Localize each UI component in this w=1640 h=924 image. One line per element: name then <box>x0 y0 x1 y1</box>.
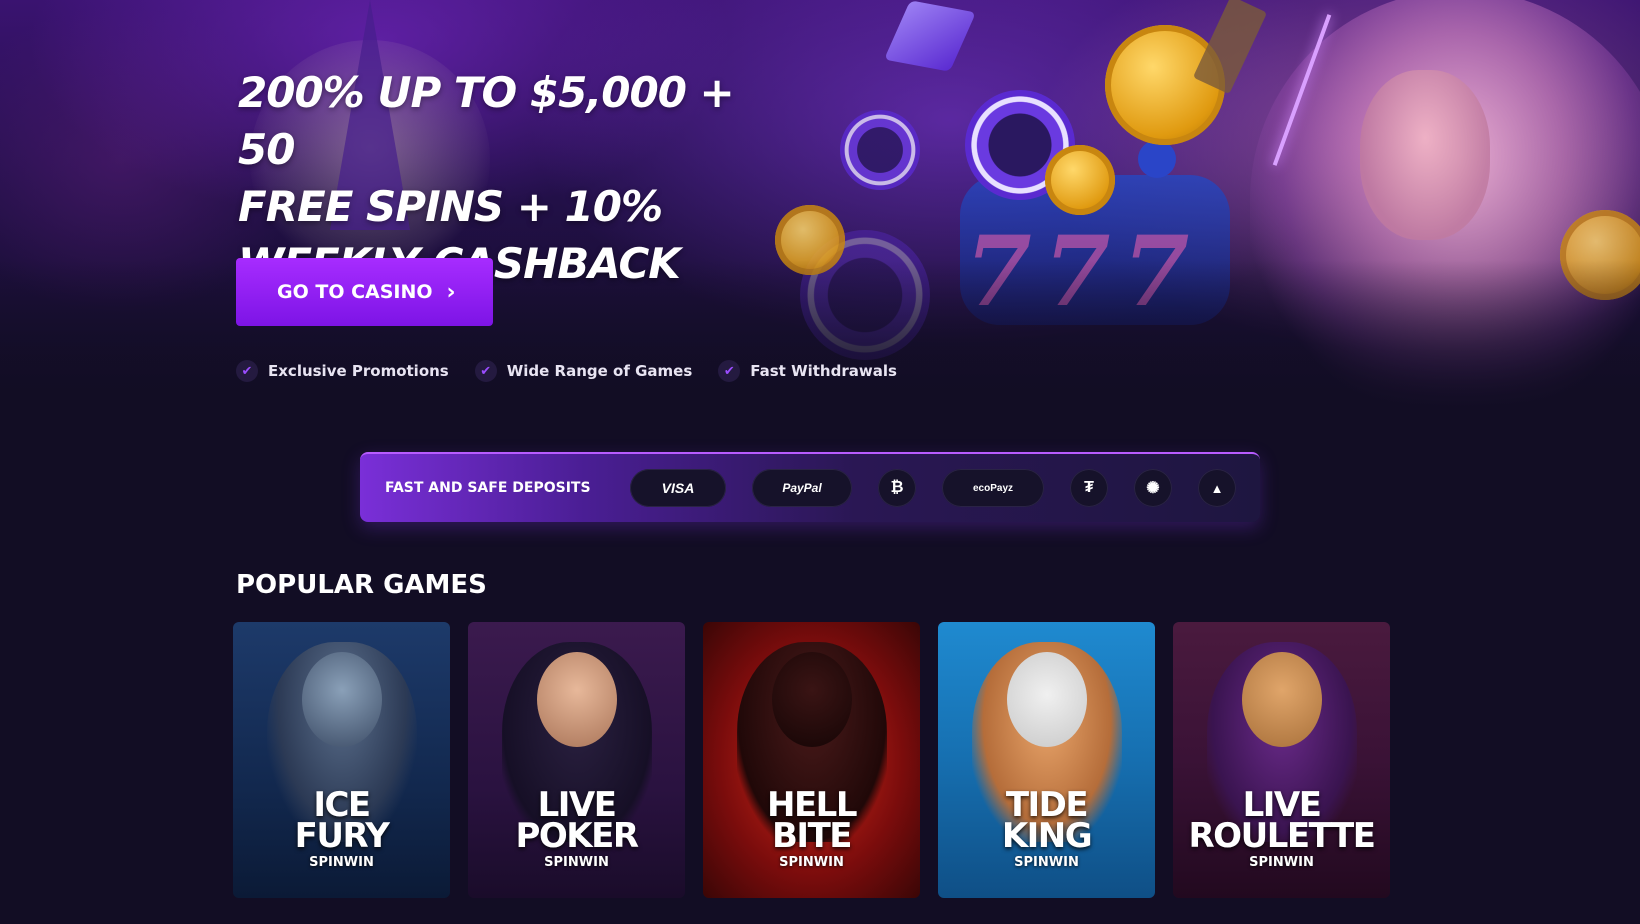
cardano-icon[interactable]: ✺ <box>1134 469 1172 507</box>
game-brand: SPINWIN <box>544 855 609 870</box>
feature-label: Wide Range of Games <box>506 362 693 380</box>
poker-chip-decoration <box>840 110 920 190</box>
zeus-face-illustration <box>1360 70 1490 240</box>
feature-item: ✔ Fast Withdrawals <box>718 360 897 382</box>
game-card-live-poker[interactable]: LIVE POKER SPINWIN <box>468 622 685 898</box>
ecopayz-icon[interactable]: ecoPayz <box>942 469 1044 507</box>
game-title: HELL BITE <box>766 785 858 856</box>
feature-item: ✔ Wide Range of Games <box>474 360 693 382</box>
feature-item: ✔ Exclusive Promotions <box>236 360 449 382</box>
slot-lever-decoration <box>1138 140 1176 178</box>
viking-helmet-illustration <box>301 652 382 747</box>
headline-line-2: FREE SPINS + 10% <box>238 182 663 231</box>
feature-label: Exclusive Promotions <box>268 362 449 380</box>
feature-list: ✔ Exclusive Promotions ✔ Wide Range of G… <box>236 360 897 382</box>
game-title: ICE FURY <box>294 785 390 856</box>
croupier-face-illustration <box>1241 652 1322 747</box>
game-card-ice-fury[interactable]: ICE FURY SPINWIN <box>233 622 450 898</box>
game-card-tide-king[interactable]: TIDE KING SPINWIN <box>938 622 1155 898</box>
go-to-casino-button[interactable]: GO TO CASINO › <box>236 258 493 326</box>
game-brand: SPINWIN <box>309 855 374 870</box>
game-title: TIDE KING <box>1001 785 1093 856</box>
deposits-bar: FAST AND SAFE DEPOSITS VISA PayPal ₿ eco… <box>360 452 1260 522</box>
checkmark-icon: ✔ <box>236 360 258 382</box>
deposits-label: FAST AND SAFE DEPOSITS <box>385 480 591 496</box>
poseidon-beard-illustration <box>1006 652 1087 747</box>
checkmark-icon: ✔ <box>718 360 741 382</box>
game-card-live-roulette[interactable]: LIVE ROULETTE SPINWIN <box>1173 622 1390 898</box>
game-title: LIVE POKER <box>515 785 639 856</box>
game-brand: SPINWIN <box>1014 855 1079 870</box>
popular-games-title: POPULAR GAMES <box>236 570 487 600</box>
bitcoin-icon[interactable]: ₿ <box>878 469 916 507</box>
game-brand: SPINWIN <box>779 855 844 870</box>
paypal-icon[interactable]: PayPal <box>752 469 852 507</box>
game-title: LIVE ROULETTE <box>1188 785 1376 856</box>
headline-line-1: 200% UP TO $5,000 + 50 <box>238 68 735 174</box>
gold-coin-decoration <box>1045 145 1115 215</box>
dealer-face-illustration <box>536 652 617 747</box>
games-row: ICE FURY SPINWIN LIVE POKER SPINWIN HELL… <box>233 622 1390 898</box>
hellhound-head-illustration <box>771 652 852 747</box>
game-card-hell-bite[interactable]: HELL BITE SPINWIN <box>703 622 920 898</box>
game-brand: SPINWIN <box>1249 855 1314 870</box>
hero-banner: 777 200% UP TO $5,000 + 50 FREE SPINS + … <box>0 0 1640 410</box>
go-to-casino-label: GO TO CASINO <box>277 281 433 303</box>
visa-icon[interactable]: VISA <box>630 469 726 507</box>
avalanche-icon[interactable]: ▲ <box>1198 469 1236 507</box>
gem-decoration <box>884 0 976 72</box>
feature-label: Fast Withdrawals <box>750 362 897 380</box>
chevron-right-icon: › <box>446 279 456 305</box>
gold-coin-decoration <box>1105 25 1225 145</box>
checkmark-icon: ✔ <box>474 360 497 382</box>
tether-icon[interactable]: ₮ <box>1070 469 1108 507</box>
